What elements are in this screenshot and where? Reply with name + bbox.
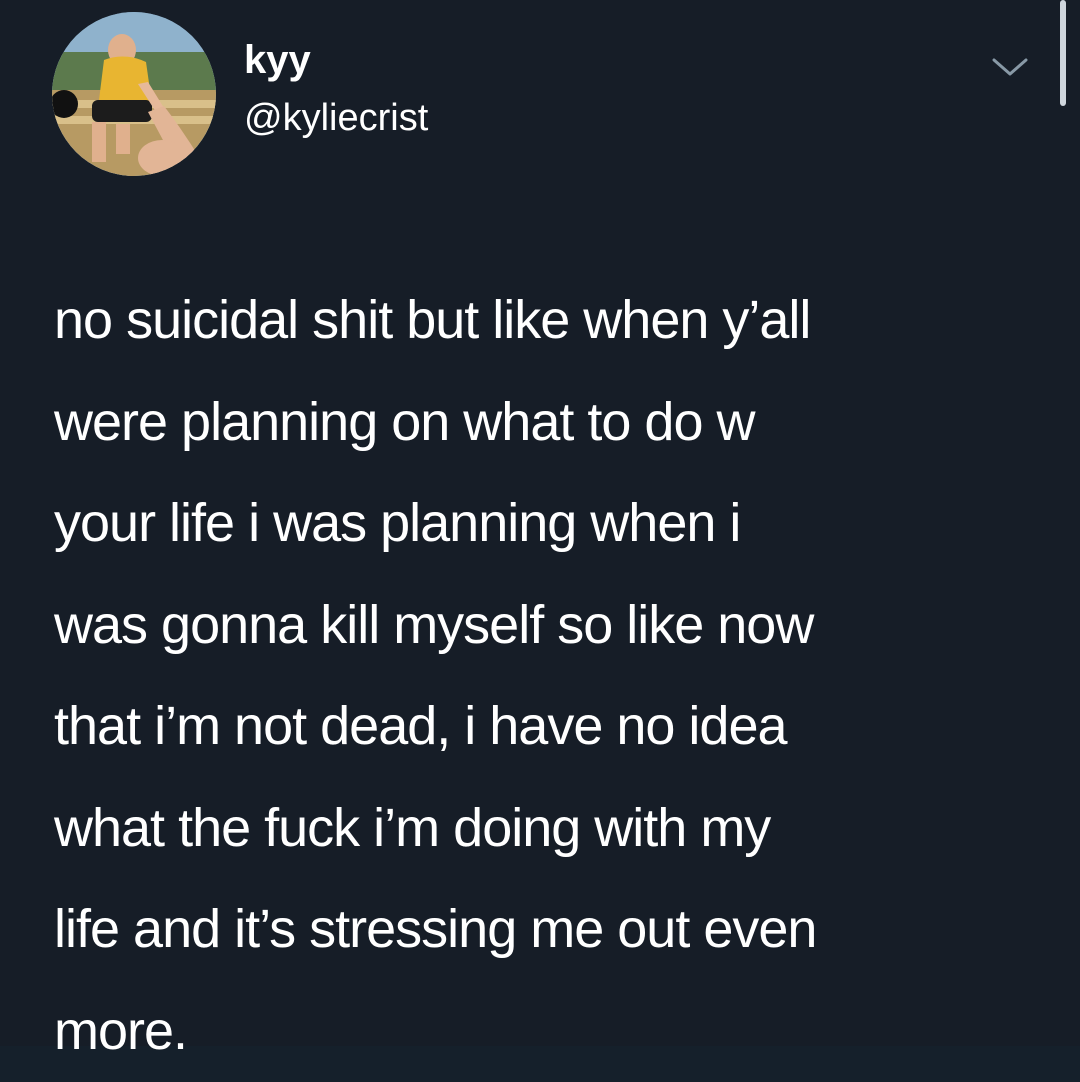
username-handle[interactable]: @kyliecrist <box>244 95 428 141</box>
tweet-text-line: your life i was planning when i <box>54 473 1044 575</box>
tweet-text-line: were planning on what to do w <box>54 372 1044 474</box>
tweet-text-line: more. <box>54 981 1044 1082</box>
tweet-text-line: was gonna kill myself so like now <box>54 575 1044 677</box>
display-name[interactable]: kyy <box>244 36 311 84</box>
tweet-text-line: that i’m not dead, i have no idea <box>54 676 1044 778</box>
chevron-down-icon[interactable] <box>988 52 1032 82</box>
tweet-card: kyy @kyliecrist no suicidal shit but lik… <box>0 0 1080 1046</box>
tweet-text: no suicidal shit but like when y’all wer… <box>54 270 1044 1082</box>
tweet-text-line: what the fuck i’m doing with my <box>54 778 1044 880</box>
tweet-text-line: life and it’s stressing me out even <box>54 879 1044 981</box>
tweet-text-line: no suicidal shit but like when y’all <box>54 270 1044 372</box>
scrollbar[interactable] <box>1060 0 1066 106</box>
avatar[interactable] <box>52 12 216 176</box>
avatar-photo <box>52 12 216 176</box>
